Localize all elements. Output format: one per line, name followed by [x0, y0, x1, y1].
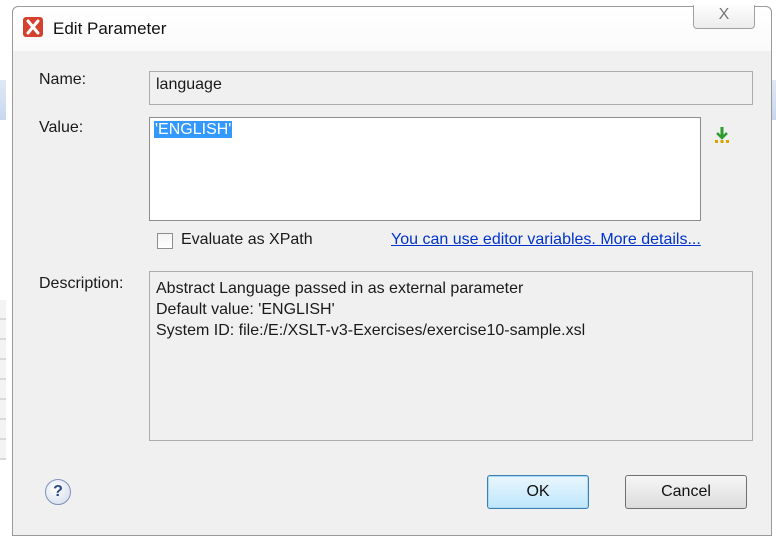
value-text: 'ENGLISH' [154, 121, 233, 138]
description-line: Abstract Language passed in as external … [156, 280, 524, 297]
name-value: language [156, 76, 222, 93]
close-icon: X [718, 6, 730, 23]
value-label: Value: [39, 119, 84, 136]
description-field[interactable]: Abstract Language passed in as external … [149, 271, 753, 441]
description-label: Description: [39, 275, 124, 292]
close-button[interactable]: X [693, 5, 755, 29]
value-textarea[interactable]: 'ENGLISH' [149, 117, 701, 221]
xslt-app-icon [23, 17, 43, 37]
dialog-title: Edit Parameter [53, 19, 167, 38]
name-label: Name: [39, 71, 87, 88]
cancel-button[interactable]: Cancel [625, 475, 747, 509]
help-icon[interactable]: ? [45, 479, 71, 505]
evaluate-xpath-label[interactable]: Evaluate as XPath [181, 231, 313, 249]
edit-parameter-dialog: Edit Parameter X Name: language Value: '… [12, 5, 772, 536]
description-line: Default value: 'ENGLISH' [156, 301, 335, 318]
evaluate-xpath-checkbox[interactable] [157, 233, 173, 249]
description-line: System ID: file:/E:/XSLT-v3-Exercises/ex… [156, 322, 586, 339]
ok-button[interactable]: OK [487, 475, 589, 509]
editor-variables-link[interactable]: You can use editor variables. More detai… [391, 231, 701, 249]
name-field[interactable]: language [149, 71, 753, 105]
insert-variable-icon[interactable] [713, 125, 731, 145]
background-strip [0, 80, 6, 120]
background-strip [0, 300, 6, 460]
title-bar: Edit Parameter X [13, 5, 771, 51]
